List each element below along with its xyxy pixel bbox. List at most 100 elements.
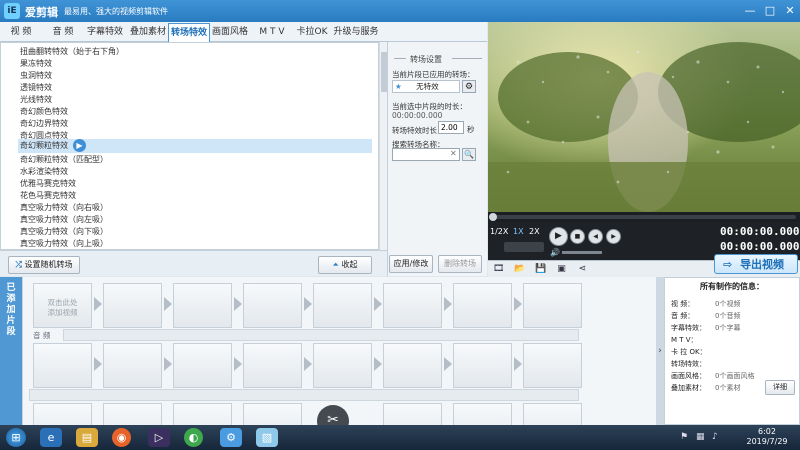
clip-slot[interactable]	[173, 283, 232, 328]
clip-slot[interactable]	[453, 283, 512, 328]
export-video-button[interactable]: ⇨ 导出视频	[714, 254, 798, 274]
internet-explorer-icon[interactable]: e	[40, 428, 62, 447]
transition-slot[interactable]	[164, 297, 172, 311]
transition-slot[interactable]	[164, 357, 172, 371]
list-item[interactable]: 真空吸力特效（向上吸）	[20, 238, 372, 249]
clip-slot[interactable]	[453, 343, 512, 388]
clip-slot[interactable]	[173, 343, 232, 388]
tab-audio[interactable]: 音 频	[46, 23, 80, 41]
apply-transition-button[interactable]: 应用/修改	[389, 255, 433, 273]
clear-search-icon[interactable]: ✕	[450, 149, 457, 158]
add-video-placeholder[interactable]: 双击此处添加视频	[33, 283, 92, 328]
clip-slot[interactable]	[103, 403, 162, 425]
play-icon[interactable]: ▶	[549, 227, 568, 246]
list-item-selected[interactable]: 奇幻颗粒特效	[18, 139, 372, 153]
transition-slot[interactable]	[444, 357, 452, 371]
details-button[interactable]: 详细	[765, 380, 795, 395]
clip-slot[interactable]	[313, 283, 372, 328]
collapse-button[interactable]: ⏶ 收起	[318, 256, 372, 274]
taskbar-clock[interactable]: 6:02 2019/7/29	[740, 427, 794, 447]
save-icon[interactable]: 💾	[535, 264, 546, 274]
transition-slot[interactable]	[514, 297, 522, 311]
clip-slot[interactable]	[523, 283, 582, 328]
file-explorer-icon[interactable]: ▤	[76, 428, 98, 447]
list-item[interactable]: 花色马赛克特效	[20, 190, 372, 202]
transition-slot[interactable]	[514, 357, 522, 371]
tray-volume-icon[interactable]: ♪	[712, 432, 718, 442]
list-item[interactable]: 果冻特效	[20, 58, 372, 70]
playback-progress[interactable]	[488, 212, 800, 222]
info-panel-toggle[interactable]: ›	[656, 277, 664, 425]
gear-icon[interactable]: ⚙	[462, 80, 476, 93]
speed-half-button[interactable]: 1/2X	[490, 227, 508, 236]
delete-transition-button[interactable]: 删除转场	[438, 255, 482, 273]
tab-mtv[interactable]: M T V	[254, 23, 290, 41]
tab-upgrade[interactable]: 升级与服务	[332, 23, 380, 41]
close-icon[interactable]: ✕	[782, 3, 798, 19]
clip-slot[interactable]	[383, 343, 442, 388]
clip-slot[interactable]	[523, 343, 582, 388]
clip-slot[interactable]	[313, 343, 372, 388]
snapshot-icon[interactable]: ▣	[556, 264, 567, 274]
list-item[interactable]: 虫洞特效	[20, 70, 372, 82]
aijianji-taskbar-icon[interactable]: ⚙	[220, 428, 242, 447]
list-item[interactable]: 真空吸力特效（向右吸）	[20, 202, 372, 214]
tab-transition[interactable]: 转场特效	[168, 23, 210, 42]
clip-slot[interactable]	[383, 283, 442, 328]
scissors-icon[interactable]: ✂	[317, 405, 349, 425]
tray-flag-icon[interactable]: ⚑	[680, 432, 688, 442]
firefox-icon[interactable]: ◉	[112, 428, 131, 447]
next-frame-icon[interactable]: ▶	[606, 229, 621, 244]
clip-slot[interactable]	[173, 403, 232, 425]
list-item[interactable]: 真空吸力特效（向左吸）	[20, 214, 372, 226]
preview-play-icon[interactable]: ▶	[73, 139, 86, 152]
tab-subtitle[interactable]: 字幕特效	[84, 23, 126, 41]
transition-slot[interactable]	[374, 357, 382, 371]
search-icon[interactable]: 🔍	[462, 148, 476, 161]
list-item[interactable]: 奇幻颗粒特效（匹配型）	[20, 154, 372, 166]
transition-slot[interactable]	[374, 297, 382, 311]
list-item[interactable]: 优雅马赛克特效	[20, 178, 372, 190]
speed-1x-button[interactable]: 1X	[513, 227, 524, 236]
list-item[interactable]: 水彩渲染特效	[20, 166, 372, 178]
speed-slider[interactable]	[504, 242, 544, 252]
list-item[interactable]: 透镜特效	[20, 82, 372, 94]
share-icon[interactable]: ⋖	[577, 264, 588, 274]
clip-slot[interactable]	[383, 403, 442, 425]
clip-slot[interactable]	[523, 403, 582, 425]
media-app-icon[interactable]: ▷	[148, 428, 170, 447]
transition-slot[interactable]	[444, 297, 452, 311]
tray-network-icon[interactable]: ▦	[696, 432, 705, 442]
transition-slot[interactable]	[94, 297, 102, 311]
list-item[interactable]: 奇幻边界特效	[20, 118, 372, 130]
volume-slider[interactable]	[562, 251, 602, 254]
clip-slot[interactable]	[33, 343, 92, 388]
transition-slot[interactable]	[94, 357, 102, 371]
audio-track[interactable]	[63, 329, 579, 341]
list-item[interactable]: 奇幻颜色特效	[20, 106, 372, 118]
list-item[interactable]: 真空吸力特效（向下吸）	[20, 226, 372, 238]
stop-icon[interactable]: ■	[570, 229, 585, 244]
clip-slot[interactable]	[103, 343, 162, 388]
list-item[interactable]: 光线特效	[20, 94, 372, 106]
transition-slot[interactable]	[304, 297, 312, 311]
list-scrollbar[interactable]	[379, 42, 387, 250]
start-button-icon[interactable]: ⊞	[6, 428, 26, 447]
list-item[interactable]: 扭曲翻转特效（始于右下角）	[20, 46, 372, 58]
clip-slot[interactable]	[243, 343, 302, 388]
progress-handle[interactable]	[489, 213, 497, 221]
window-app-icon[interactable]: ▧	[256, 428, 278, 447]
maximize-icon[interactable]: □	[762, 3, 778, 19]
transition-duration-input[interactable]	[438, 121, 464, 134]
green-app-icon[interactable]: ◐	[184, 428, 203, 447]
transition-slot[interactable]	[234, 357, 242, 371]
folder-open-icon[interactable]: 📂	[514, 264, 525, 274]
tab-overlay[interactable]: 叠加素材	[128, 23, 168, 41]
minimize-icon[interactable]: —	[742, 3, 758, 19]
film-add-icon[interactable]: 🎞	[493, 264, 504, 274]
clip-slot[interactable]	[103, 283, 162, 328]
tab-karaoke[interactable]: 卡拉OK	[294, 23, 330, 41]
clip-slot[interactable]	[453, 403, 512, 425]
track-strip[interactable]	[29, 389, 579, 401]
clip-slot[interactable]	[33, 403, 92, 425]
